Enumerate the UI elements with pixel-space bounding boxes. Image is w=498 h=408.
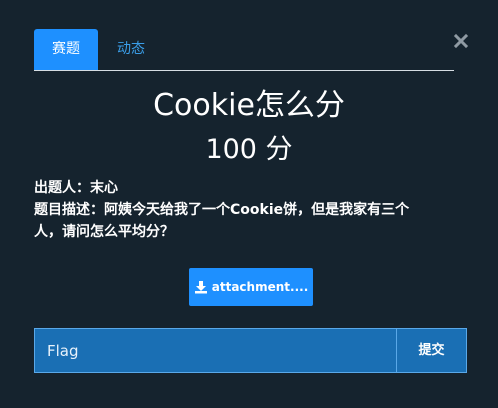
submit-button[interactable]: 提交	[396, 328, 467, 373]
challenge-description: 题目描述：阿姨今天给我了一个Cookie饼，但是我家有三个 人，请问怎么平均分？	[34, 199, 464, 243]
tab-bar: 赛题 动态	[34, 29, 454, 71]
attachment-download-button[interactable]: attachment....	[189, 268, 313, 306]
tab-activity[interactable]: 动态	[98, 29, 164, 70]
attachment-label: attachment....	[211, 280, 309, 294]
flag-input[interactable]	[34, 328, 397, 373]
tab-challenge[interactable]: 赛题	[34, 29, 98, 70]
challenge-points: 100 分	[205, 134, 293, 165]
challenge-title: Cookie怎么分	[153, 88, 345, 123]
download-icon	[194, 281, 207, 294]
challenge-author: 出题人：末心	[34, 180, 118, 196]
challenge-modal: 赛题 动态 Cookie怎么分 100 分 出题人：末心 题目描述：阿姨今天给我…	[0, 0, 498, 408]
description-line: 人，请问怎么平均分？	[34, 224, 174, 240]
close-icon[interactable]	[452, 32, 470, 50]
description-line: 题目描述：阿姨今天给我了一个Cookie饼，但是我家有三个	[34, 202, 410, 218]
